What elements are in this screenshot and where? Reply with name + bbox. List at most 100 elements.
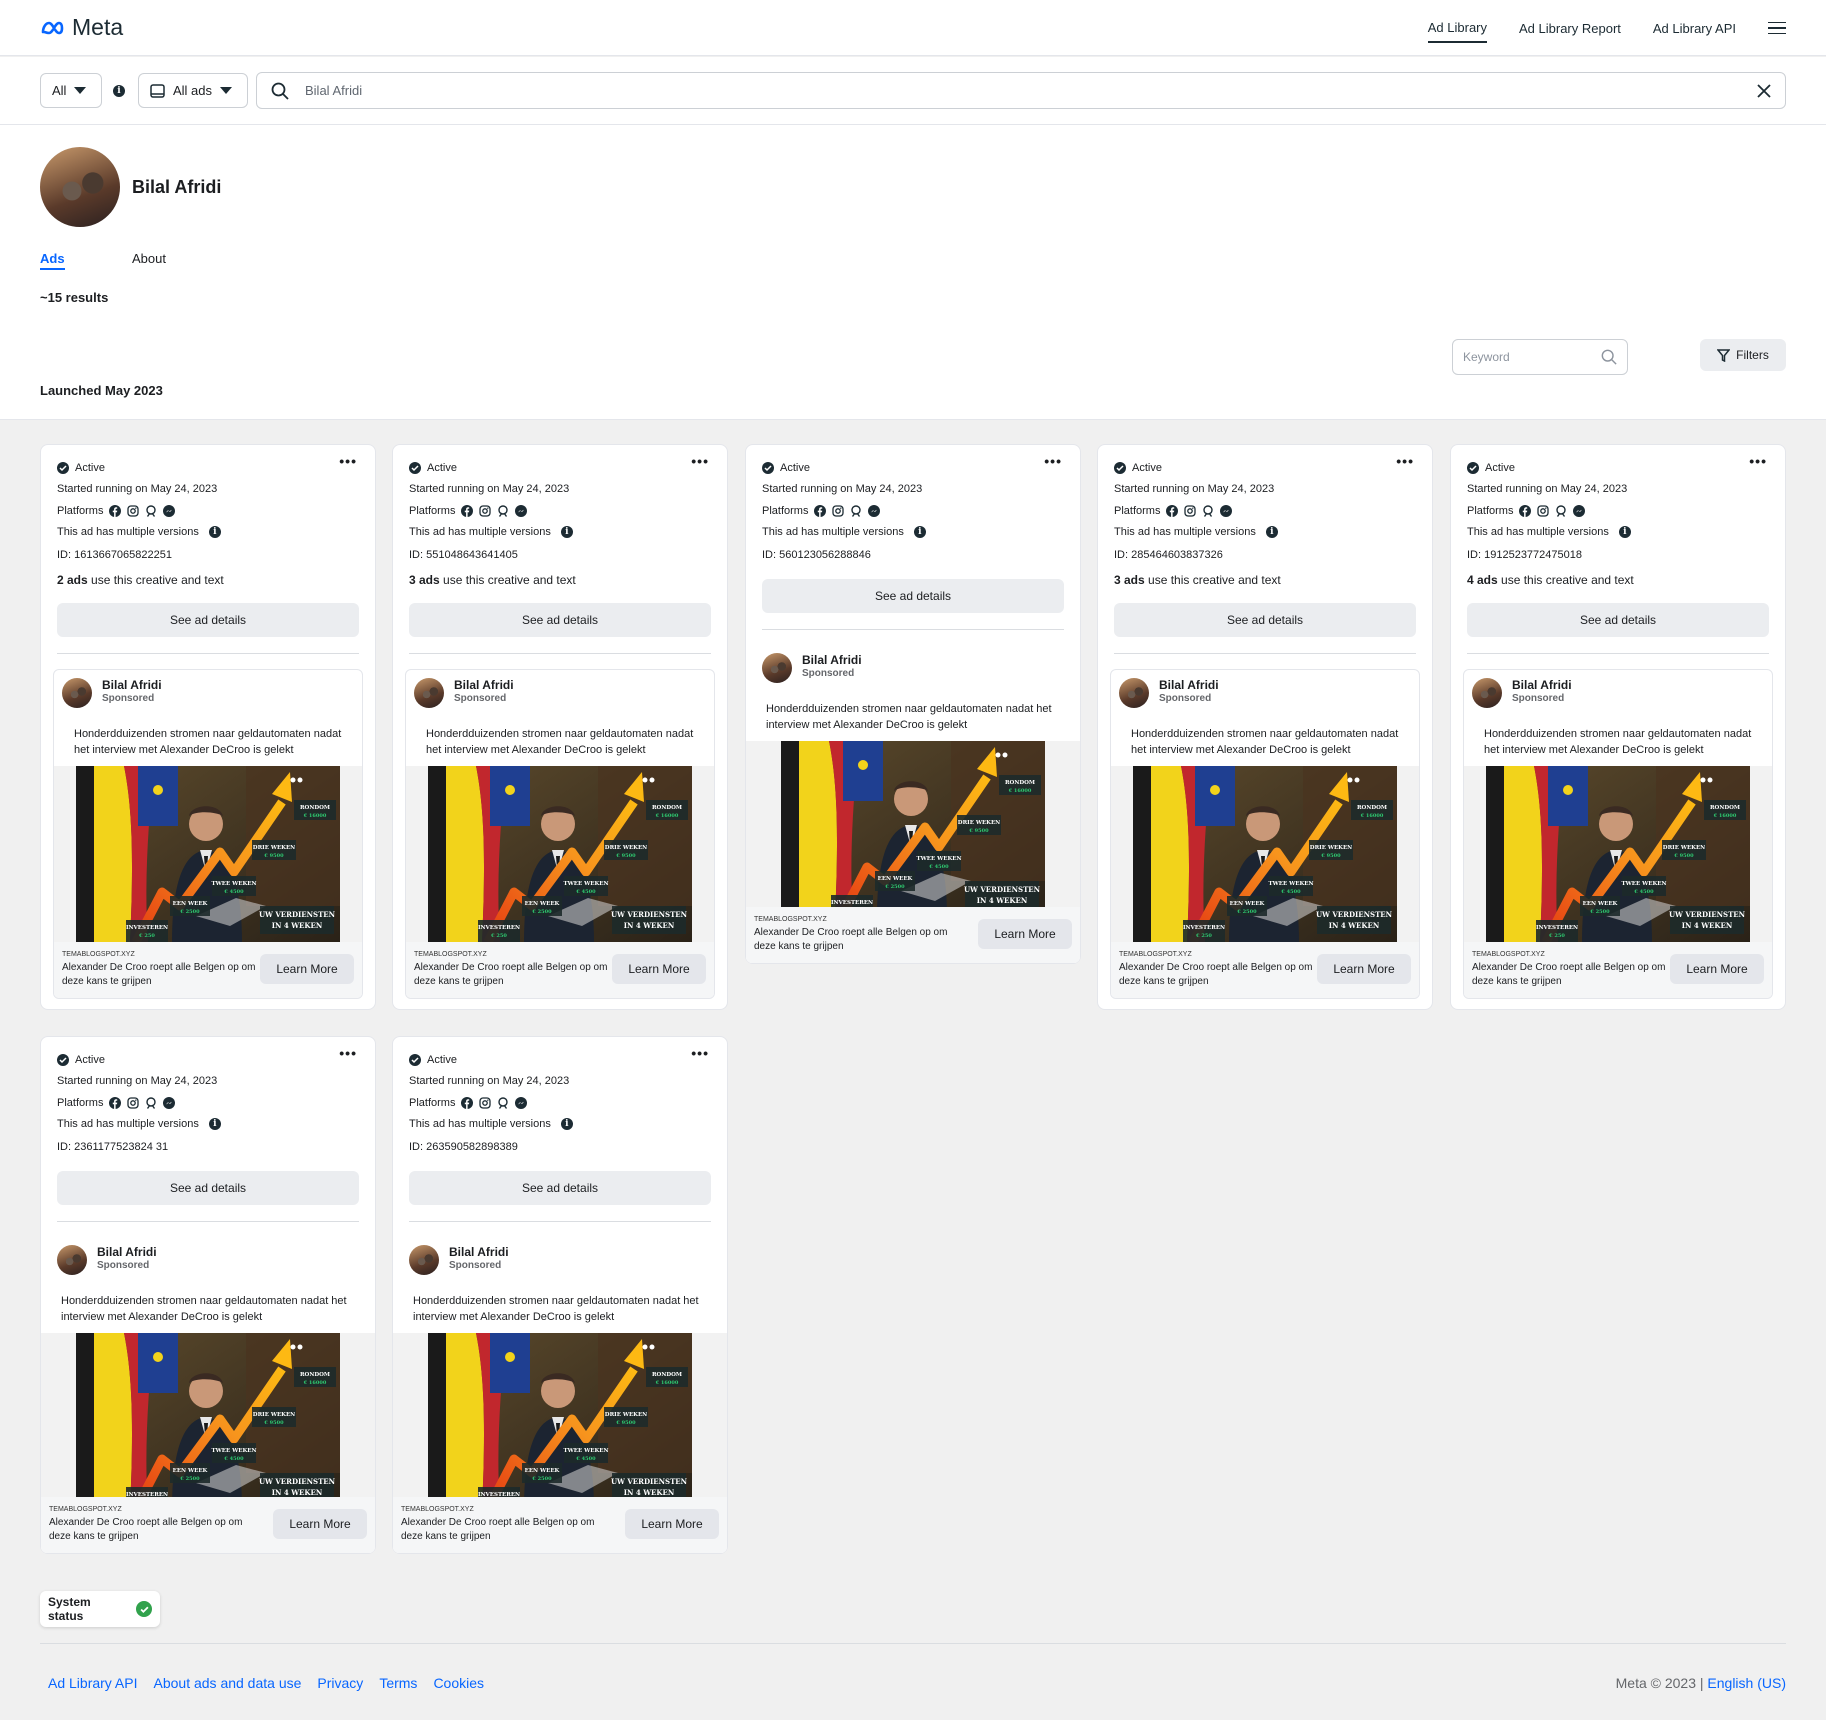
footer-link-privacy[interactable]: Privacy bbox=[317, 1675, 363, 1691]
keyword-search-input[interactable]: Keyword bbox=[1452, 339, 1628, 375]
see-ad-details-button[interactable]: See ad details bbox=[57, 1171, 359, 1205]
tab-ad-library-report[interactable]: Ad Library Report bbox=[1519, 21, 1621, 42]
chart-label-verdiensten: UW VERDIENSTEN bbox=[259, 1477, 336, 1486]
footer-link-cookies[interactable]: Cookies bbox=[433, 1675, 484, 1691]
info-icon[interactable]: i bbox=[113, 85, 125, 97]
footer-link-ad-library-api[interactable]: Ad Library API bbox=[48, 1675, 138, 1691]
learn-more-button[interactable]: Learn More bbox=[1670, 954, 1764, 984]
advertiser-name[interactable]: Bilal Afridi bbox=[802, 653, 862, 668]
ad-type-select[interactable]: All ads bbox=[138, 73, 248, 108]
search-input[interactable]: Bilal Afridi bbox=[256, 72, 1786, 109]
more-options-icon[interactable]: ••• bbox=[339, 454, 357, 468]
tab-about[interactable]: About bbox=[132, 251, 166, 266]
ad-creative-image[interactable]: RONDOM € 16000 DRIE WEKEN € 9500 TWEE WE… bbox=[1111, 766, 1419, 942]
advertiser-avatar[interactable] bbox=[409, 1245, 439, 1275]
messenger-icon bbox=[1573, 505, 1586, 517]
language-link[interactable]: English (US) bbox=[1707, 1675, 1786, 1691]
tab-ad-library[interactable]: Ad Library bbox=[1427, 20, 1487, 43]
see-ad-details-button[interactable]: See ad details bbox=[409, 603, 711, 637]
facebook-icon bbox=[461, 1097, 474, 1109]
link-caption: Alexander De Croo roept alle Belgen op o… bbox=[62, 962, 256, 987]
info-icon[interactable]: i bbox=[1265, 526, 1278, 538]
more-options-icon[interactable]: ••• bbox=[691, 1046, 709, 1060]
library-id: ID: 2361177523824 31 bbox=[57, 1141, 169, 1153]
learn-more-button[interactable]: Learn More bbox=[1317, 954, 1411, 984]
filters-button[interactable]: Filters bbox=[1700, 339, 1786, 371]
info-icon[interactable]: i bbox=[913, 526, 926, 538]
ads-count: 3 ads use this creative and text bbox=[409, 573, 576, 587]
see-ad-details-button[interactable]: See ad details bbox=[409, 1171, 711, 1205]
learn-more-button[interactable]: Learn More bbox=[978, 919, 1072, 949]
ad-creative-image[interactable]: RONDOM € 16000 DRIE WEKEN € 9500 TWEE WE… bbox=[1464, 766, 1772, 942]
chart-value-drie-weken: € 9500 bbox=[615, 853, 636, 859]
advertiser-avatar[interactable] bbox=[762, 653, 792, 683]
link-caption: Alexander De Croo roept alle Belgen op o… bbox=[49, 1517, 243, 1542]
more-options-icon[interactable]: ••• bbox=[1396, 454, 1414, 468]
advertiser-avatar[interactable] bbox=[57, 1245, 87, 1275]
ad-body-text: Honderdduizenden stromen naar geldautoma… bbox=[74, 728, 342, 756]
learn-more-button[interactable]: Learn More bbox=[625, 1509, 719, 1539]
info-icon[interactable]: i bbox=[208, 1118, 221, 1130]
info-icon[interactable]: i bbox=[1618, 526, 1631, 538]
advertiser-avatar[interactable] bbox=[62, 678, 92, 708]
ad-creative-image[interactable]: RONDOM € 16000 DRIE WEKEN € 9500 TWEE WE… bbox=[41, 1333, 375, 1509]
versions-text: This ad has multiple versions bbox=[762, 526, 904, 538]
info-icon[interactable]: i bbox=[208, 526, 221, 538]
divider bbox=[57, 1221, 359, 1222]
advertiser-name[interactable]: Bilal Afridi bbox=[454, 678, 514, 693]
close-icon[interactable] bbox=[1757, 83, 1771, 98]
ad-creative-image[interactable]: RONDOM € 16000 DRIE WEKEN € 9500 TWEE WE… bbox=[746, 741, 1080, 917]
advertiser-name[interactable]: Bilal Afridi bbox=[1159, 678, 1219, 693]
chart-label-een-week: EEN WEEK bbox=[525, 1468, 560, 1474]
chart-value-investeren: € 250 bbox=[490, 933, 507, 939]
tab-ad-library-api[interactable]: Ad Library API bbox=[1653, 21, 1736, 42]
info-icon[interactable]: i bbox=[560, 1118, 573, 1130]
more-options-icon[interactable]: ••• bbox=[691, 454, 709, 468]
system-status-button[interactable]: System status bbox=[40, 1591, 160, 1627]
sponsored-label: Sponsored bbox=[102, 693, 155, 704]
chart-label-investeren: INVESTEREN bbox=[831, 900, 873, 906]
platforms-label: Platforms bbox=[57, 505, 104, 517]
ad-footer: TEMABLOGSPOT.XYZ Alexander De Croo roept… bbox=[1111, 942, 1419, 998]
country-select[interactable]: All bbox=[40, 73, 102, 108]
advertiser-avatar[interactable] bbox=[414, 678, 444, 708]
learn-more-button[interactable]: Learn More bbox=[273, 1509, 367, 1539]
more-options-icon[interactable]: ••• bbox=[1749, 454, 1767, 468]
chart-value-een-week: € 2500 bbox=[884, 884, 905, 890]
footer-link-about-ads[interactable]: About ads and data use bbox=[154, 1675, 302, 1691]
more-options-icon[interactable]: ••• bbox=[339, 1046, 357, 1060]
advertiser-name[interactable]: Bilal Afridi bbox=[449, 1245, 509, 1260]
ad-creative-image[interactable]: RONDOM € 16000 DRIE WEKEN € 9500 TWEE WE… bbox=[406, 766, 714, 942]
advertiser-name[interactable]: Bilal Afridi bbox=[1512, 678, 1572, 693]
advertiser-avatar[interactable] bbox=[1472, 678, 1502, 708]
ad-type-select-value: All ads bbox=[173, 83, 213, 98]
see-ad-details-button[interactable]: See ad details bbox=[1114, 603, 1416, 637]
meta-logo[interactable]: Meta bbox=[40, 14, 123, 41]
see-ad-details-button[interactable]: See ad details bbox=[57, 603, 359, 637]
learn-more-button[interactable]: Learn More bbox=[260, 954, 354, 984]
filter-icon bbox=[1717, 348, 1731, 362]
see-ad-details-button[interactable]: See ad details bbox=[1467, 603, 1769, 637]
platforms-label: Platforms bbox=[762, 505, 809, 517]
advertiser-name[interactable]: Bilal Afridi bbox=[97, 1245, 157, 1260]
learn-more-button[interactable]: Learn More bbox=[612, 954, 706, 984]
chart-value-drie-weken: € 9500 bbox=[263, 853, 284, 859]
library-id: ID: 263590582898389 bbox=[409, 1141, 518, 1153]
audience-network-icon bbox=[145, 1097, 157, 1109]
more-options-icon[interactable]: ••• bbox=[1044, 454, 1062, 468]
versions-row: This ad has multiple versions i bbox=[409, 525, 711, 539]
see-ad-details-button[interactable]: See ad details bbox=[762, 579, 1064, 613]
tab-ads[interactable]: Ads bbox=[40, 251, 65, 270]
ad-creative-image[interactable]: RONDOM € 16000 DRIE WEKEN € 9500 TWEE WE… bbox=[54, 766, 362, 942]
advertiser-name[interactable]: Bilal Afridi bbox=[102, 678, 162, 693]
advertiser-avatar[interactable] bbox=[1119, 678, 1149, 708]
divider bbox=[57, 653, 359, 654]
ad-creative-image[interactable]: RONDOM € 16000 DRIE WEKEN € 9500 TWEE WE… bbox=[393, 1333, 727, 1509]
footer-link-terms[interactable]: Terms bbox=[379, 1675, 417, 1691]
chart-label-een-week: EEN WEEK bbox=[1230, 901, 1265, 907]
chart-value-een-week: € 2500 bbox=[1236, 909, 1257, 915]
status-row: Active bbox=[57, 461, 359, 475]
info-icon[interactable]: i bbox=[560, 526, 573, 538]
chart-label-twee-weken: TWEE WEKEN bbox=[917, 856, 962, 862]
menu-icon[interactable] bbox=[1768, 21, 1786, 36]
